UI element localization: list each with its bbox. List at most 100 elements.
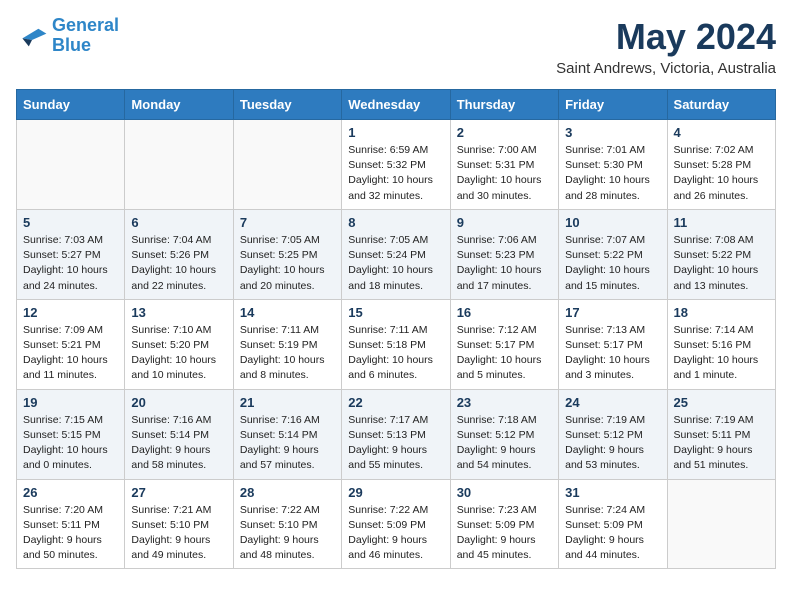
day-number: 5: [23, 215, 118, 230]
calendar-cell: 3 Sunrise: 7:01 AMSunset: 5:30 PMDaylight…: [559, 120, 667, 210]
calendar-cell: 21 Sunrise: 7:16 AMSunset: 5:14 PMDayligh…: [233, 389, 341, 479]
calendar-cell: 19 Sunrise: 7:15 AMSunset: 5:15 PMDayligh…: [17, 389, 125, 479]
logo-bird-icon: [16, 22, 48, 50]
day-info: Sunrise: 7:22 AMSunset: 5:10 PMDaylight:…: [240, 503, 335, 564]
header-friday: Friday: [559, 90, 667, 120]
day-info: Sunrise: 7:19 AMSunset: 5:11 PMDaylight:…: [674, 413, 769, 474]
day-number: 10: [565, 215, 660, 230]
day-info: Sunrise: 7:11 AMSunset: 5:19 PMDaylight:…: [240, 323, 335, 384]
day-number: 15: [348, 305, 443, 320]
page-header: General Blue May 2024 Saint Andrews, Vic…: [16, 16, 776, 77]
day-number: 17: [565, 305, 660, 320]
day-info: Sunrise: 7:13 AMSunset: 5:17 PMDaylight:…: [565, 323, 660, 384]
calendar-cell: 24Sunrise: 7:19 AMSunset: 5:12 PMDayligh…: [559, 389, 667, 479]
calendar-cell: 11 Sunrise: 7:08 AMSunset: 5:22 PMDayligh…: [667, 209, 775, 299]
header-thursday: Thursday: [450, 90, 558, 120]
day-number: 13: [131, 305, 226, 320]
day-number: 25: [674, 395, 769, 410]
calendar-cell: 18Sunrise: 7:14 AMSunset: 5:16 PMDayligh…: [667, 299, 775, 389]
calendar-cell: 13 Sunrise: 7:10 AMSunset: 5:20 PMDayligh…: [125, 299, 233, 389]
day-info: Sunrise: 7:11 AMSunset: 5:18 PMDaylight:…: [348, 323, 443, 384]
calendar-cell: 6 Sunrise: 7:04 AMSunset: 5:26 PMDaylight…: [125, 209, 233, 299]
day-info: Sunrise: 7:10 AMSunset: 5:20 PMDaylight:…: [131, 323, 226, 384]
header-tuesday: Tuesday: [233, 90, 341, 120]
day-number: 21: [240, 395, 335, 410]
day-number: 12: [23, 305, 118, 320]
day-info: Sunrise: 7:21 AMSunset: 5:10 PMDaylight:…: [131, 503, 226, 564]
day-info: Sunrise: 7:12 AMSunset: 5:17 PMDaylight:…: [457, 323, 552, 384]
day-info: Sunrise: 7:23 AMSunset: 5:09 PMDaylight:…: [457, 503, 552, 564]
header-sunday: Sunday: [17, 90, 125, 120]
calendar-cell: [17, 120, 125, 210]
day-info: Sunrise: 6:59 AMSunset: 5:32 PMDaylight:…: [348, 143, 443, 204]
day-info: Sunrise: 7:16 AMSunset: 5:14 PMDaylight:…: [131, 413, 226, 474]
day-info: Sunrise: 7:01 AMSunset: 5:30 PMDaylight:…: [565, 143, 660, 204]
day-info: Sunrise: 7:05 AMSunset: 5:24 PMDaylight:…: [348, 233, 443, 294]
calendar-cell: 27Sunrise: 7:21 AMSunset: 5:10 PMDayligh…: [125, 479, 233, 569]
day-number: 4: [674, 125, 769, 140]
day-number: 30: [457, 485, 552, 500]
calendar-table: SundayMondayTuesdayWednesdayThursdayFrid…: [16, 89, 776, 569]
day-info: Sunrise: 7:24 AMSunset: 5:09 PMDaylight:…: [565, 503, 660, 564]
day-number: 11: [674, 215, 769, 230]
calendar-cell: 29 Sunrise: 7:22 AMSunset: 5:09 PMDayligh…: [342, 479, 450, 569]
calendar-week-row: 26 Sunrise: 7:20 AMSunset: 5:11 PMDayligh…: [17, 479, 776, 569]
header-wednesday: Wednesday: [342, 90, 450, 120]
day-number: 19: [23, 395, 118, 410]
title-block: May 2024 Saint Andrews, Victoria, Austra…: [556, 16, 776, 77]
day-number: 24: [565, 395, 660, 410]
calendar-week-row: 12Sunrise: 7:09 AMSunset: 5:21 PMDayligh…: [17, 299, 776, 389]
day-number: 18: [674, 305, 769, 320]
calendar-cell: 8 Sunrise: 7:05 AMSunset: 5:24 PMDaylight…: [342, 209, 450, 299]
calendar-cell: 17 Sunrise: 7:13 AMSunset: 5:17 PMDayligh…: [559, 299, 667, 389]
day-info: Sunrise: 7:03 AMSunset: 5:27 PMDaylight:…: [23, 233, 118, 294]
day-info: Sunrise: 7:05 AMSunset: 5:25 PMDaylight:…: [240, 233, 335, 294]
calendar-cell: 7 Sunrise: 7:05 AMSunset: 5:25 PMDaylight…: [233, 209, 341, 299]
day-number: 14: [240, 305, 335, 320]
calendar-week-row: 1 Sunrise: 6:59 AMSunset: 5:32 PMDaylight…: [17, 120, 776, 210]
day-number: 23: [457, 395, 552, 410]
day-number: 28: [240, 485, 335, 500]
day-number: 8: [348, 215, 443, 230]
calendar-cell: 20Sunrise: 7:16 AMSunset: 5:14 PMDayligh…: [125, 389, 233, 479]
header-saturday: Saturday: [667, 90, 775, 120]
calendar-week-row: 19 Sunrise: 7:15 AMSunset: 5:15 PMDayligh…: [17, 389, 776, 479]
day-info: Sunrise: 7:15 AMSunset: 5:15 PMDaylight:…: [23, 413, 118, 474]
calendar-cell: 25 Sunrise: 7:19 AMSunset: 5:11 PMDayligh…: [667, 389, 775, 479]
day-info: Sunrise: 7:18 AMSunset: 5:12 PMDaylight:…: [457, 413, 552, 474]
day-number: 29: [348, 485, 443, 500]
day-info: Sunrise: 7:16 AMSunset: 5:14 PMDaylight:…: [240, 413, 335, 474]
day-number: 9: [457, 215, 552, 230]
day-number: 16: [457, 305, 552, 320]
calendar-cell: 31 Sunrise: 7:24 AMSunset: 5:09 PMDayligh…: [559, 479, 667, 569]
day-info: Sunrise: 7:17 AMSunset: 5:13 PMDaylight:…: [348, 413, 443, 474]
day-info: Sunrise: 7:08 AMSunset: 5:22 PMDaylight:…: [674, 233, 769, 294]
logo-text: General Blue: [52, 16, 119, 56]
day-info: Sunrise: 7:04 AMSunset: 5:26 PMDaylight:…: [131, 233, 226, 294]
day-number: 1: [348, 125, 443, 140]
day-number: 31: [565, 485, 660, 500]
calendar-cell: 2 Sunrise: 7:00 AMSunset: 5:31 PMDaylight…: [450, 120, 558, 210]
logo-line1: General: [52, 15, 119, 35]
day-info: Sunrise: 7:02 AMSunset: 5:28 PMDaylight:…: [674, 143, 769, 204]
day-number: 7: [240, 215, 335, 230]
calendar-cell: 9Sunrise: 7:06 AMSunset: 5:23 PMDaylight…: [450, 209, 558, 299]
calendar-cell: 4 Sunrise: 7:02 AMSunset: 5:28 PMDaylight…: [667, 120, 775, 210]
day-info: Sunrise: 7:00 AMSunset: 5:31 PMDaylight:…: [457, 143, 552, 204]
calendar-cell: 16 Sunrise: 7:12 AMSunset: 5:17 PMDayligh…: [450, 299, 558, 389]
calendar-cell: 26 Sunrise: 7:20 AMSunset: 5:11 PMDayligh…: [17, 479, 125, 569]
day-info: Sunrise: 7:20 AMSunset: 5:11 PMDaylight:…: [23, 503, 118, 564]
day-number: 6: [131, 215, 226, 230]
calendar-cell: 28 Sunrise: 7:22 AMSunset: 5:10 PMDayligh…: [233, 479, 341, 569]
logo-line2: Blue: [52, 35, 91, 55]
logo: General Blue: [16, 16, 119, 56]
day-number: 3: [565, 125, 660, 140]
day-number: 22: [348, 395, 443, 410]
calendar-cell: 1 Sunrise: 6:59 AMSunset: 5:32 PMDaylight…: [342, 120, 450, 210]
calendar-cell: 10Sunrise: 7:07 AMSunset: 5:22 PMDayligh…: [559, 209, 667, 299]
calendar-cell: 12Sunrise: 7:09 AMSunset: 5:21 PMDayligh…: [17, 299, 125, 389]
day-number: 2: [457, 125, 552, 140]
day-info: Sunrise: 7:22 AMSunset: 5:09 PMDaylight:…: [348, 503, 443, 564]
calendar-cell: 30 Sunrise: 7:23 AMSunset: 5:09 PMDayligh…: [450, 479, 558, 569]
day-number: 26: [23, 485, 118, 500]
